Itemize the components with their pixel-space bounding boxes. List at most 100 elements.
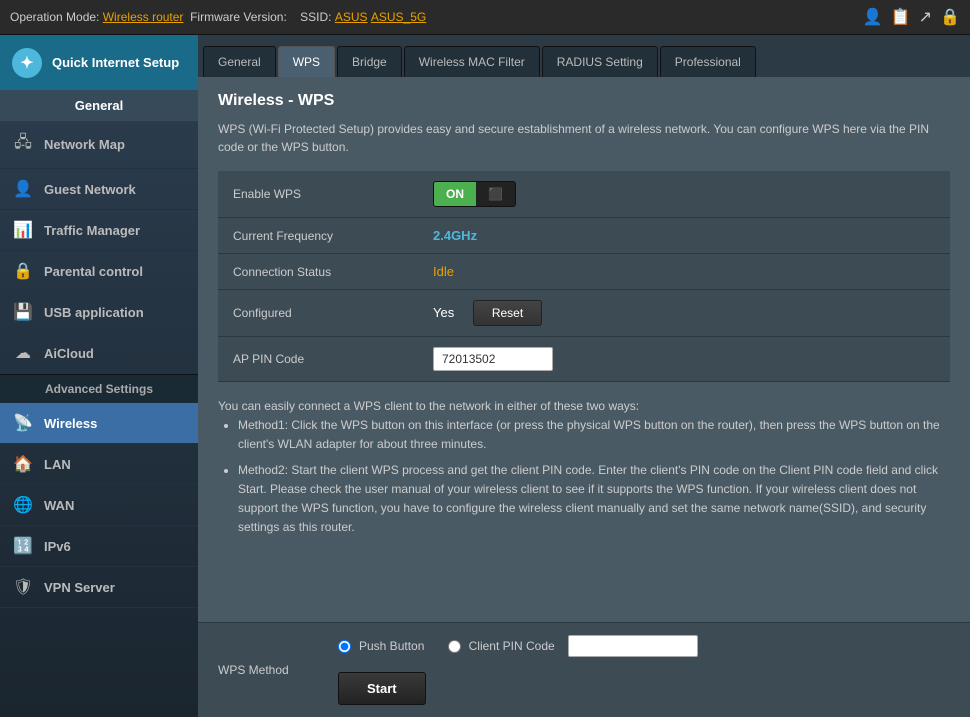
sidebar-item-wan[interactable]: 🌐 WAN <box>0 485 198 526</box>
toggle-off-label: ⬛ <box>476 182 515 206</box>
sidebar-item-aicloud[interactable]: ☁ AiCloud <box>0 333 198 374</box>
connect-text: You can easily connect a WPS client to t… <box>218 397 950 416</box>
traffic-manager-label: Traffic Manager <box>44 223 140 238</box>
idle-status-text: Idle <box>433 264 454 279</box>
section-description: WPS (Wi-Fi Protected Setup) provides eas… <box>218 120 950 156</box>
ssid-value[interactable]: ASUS <box>335 10 368 24</box>
parental-control-label: Parental control <box>44 264 143 279</box>
wan-label: WAN <box>44 498 74 513</box>
table-row-configured: Configured Yes Reset <box>218 290 950 337</box>
wireless-icon: 📡 <box>12 413 34 433</box>
aicloud-icon: ☁ <box>12 343 34 363</box>
configured-yes-text: Yes <box>433 305 454 320</box>
settings-table: Enable WPS ON ⬛ Current Frequency 2.4GHz <box>218 171 950 382</box>
method2-text: Method2: Start the client WPS process an… <box>238 461 950 538</box>
client-pin-input[interactable] <box>568 635 698 657</box>
sidebar-item-parental-control[interactable]: 🔒 Parental control <box>0 251 198 292</box>
pin-code-value <box>418 337 950 382</box>
wps-method-label: WPS Method <box>218 663 318 677</box>
start-row: Start <box>338 667 698 705</box>
table-row-pin-code: AP PIN Code <box>218 337 950 382</box>
sidebar-item-guest-network[interactable]: 👤 Guest Network <box>0 169 198 210</box>
reset-button[interactable]: Reset <box>473 300 542 326</box>
ipv6-icon: 🔢 <box>12 536 34 556</box>
push-button-label[interactable]: Push Button <box>359 639 424 653</box>
wan-icon: 🌐 <box>12 495 34 515</box>
sidebar-item-ipv6[interactable]: 🔢 IPv6 <box>0 526 198 567</box>
method1-text: Method1: Click the WPS button on this in… <box>238 416 950 454</box>
operation-mode-label: Operation Mode: <box>10 10 99 24</box>
usb-application-icon: 💾 <box>12 302 34 322</box>
traffic-manager-icon: 📊 <box>12 220 34 240</box>
sidebar-item-usb-application[interactable]: 💾 USB application <box>0 292 198 333</box>
sidebar: ✦ Quick Internet Setup General 🖧 Network… <box>0 35 198 717</box>
guest-network-icon: 👤 <box>12 179 34 199</box>
sidebar-item-traffic-manager[interactable]: 📊 Traffic Manager <box>0 210 198 251</box>
user-icon[interactable]: 👤 <box>863 7 883 27</box>
share-icon[interactable]: ↗ <box>919 7 932 27</box>
client-pin-label[interactable]: Client PIN Code <box>469 639 555 653</box>
enable-wps-toggle[interactable]: ON ⬛ <box>433 181 516 207</box>
connection-status-value: Idle <box>418 254 950 290</box>
tab-radius-setting[interactable]: RADIUS Setting <box>542 46 658 77</box>
tab-wps[interactable]: WPS <box>278 46 335 77</box>
pin-code-input[interactable] <box>433 347 553 371</box>
frequency-text: 2.4GHz <box>433 228 477 243</box>
enable-wps-value: ON ⬛ <box>418 171 950 218</box>
configured-value: Yes Reset <box>418 290 950 337</box>
general-section-title: General <box>0 90 198 121</box>
copy-icon[interactable]: 📋 <box>891 7 911 27</box>
tab-professional[interactable]: Professional <box>660 46 756 77</box>
table-row-connection-status: Connection Status Idle <box>218 254 950 290</box>
sidebar-item-lan[interactable]: 🏠 LAN <box>0 444 198 485</box>
logo-icon: ✦ <box>12 48 42 78</box>
sidebar-item-network-map[interactable]: 🖧 Network Map <box>0 121 198 169</box>
frequency-label: Current Frequency <box>218 218 418 254</box>
table-row-enable-wps: Enable WPS ON ⬛ <box>218 171 950 218</box>
ssid-5g-value[interactable]: ASUS_5G <box>371 10 426 24</box>
wireless-label: Wireless <box>44 416 97 431</box>
pin-code-label: AP PIN Code <box>218 337 418 382</box>
ssid-label: SSID: <box>300 10 331 24</box>
sidebar-logo[interactable]: ✦ Quick Internet Setup <box>0 35 198 90</box>
sidebar-item-vpn-server[interactable]: 🛡 VPN Server <box>0 567 198 608</box>
lock-icon[interactable]: 🔒 <box>940 7 960 27</box>
frequency-value: 2.4GHz <box>418 218 950 254</box>
main-layout: ✦ Quick Internet Setup General 🖧 Network… <box>0 35 970 717</box>
ipv6-label: IPv6 <box>44 539 71 554</box>
tab-wireless-mac-filter[interactable]: Wireless MAC Filter <box>404 46 540 77</box>
enable-wps-label: Enable WPS <box>218 171 418 218</box>
configured-label: Configured <box>218 290 418 337</box>
main-content-area: General WPS Bridge Wireless MAC Filter R… <box>198 35 970 717</box>
sidebar-item-wireless[interactable]: 📡 Wireless <box>0 403 198 444</box>
table-row-frequency: Current Frequency 2.4GHz <box>218 218 950 254</box>
wps-method-options: Push Button Client PIN Code Start <box>338 635 698 705</box>
top-icons: 👤 📋 ↗ 🔒 <box>863 7 960 27</box>
wps-bottom-bar: WPS Method Push Button Client PIN Code S… <box>198 622 970 717</box>
network-map-icon: 🖧 <box>12 131 34 158</box>
logo-label: Quick Internet Setup <box>52 55 179 70</box>
tab-bar: General WPS Bridge Wireless MAC Filter R… <box>198 35 970 77</box>
lan-label: LAN <box>44 457 71 472</box>
parental-control-icon: 🔒 <box>12 261 34 281</box>
vpn-server-icon: 🛡 <box>12 577 34 597</box>
methods-section: You can easily connect a WPS client to t… <box>218 397 950 537</box>
toggle-on-label: ON <box>434 182 476 206</box>
operation-mode-value[interactable]: Wireless router <box>103 10 184 24</box>
usb-application-label: USB application <box>44 305 144 320</box>
section-title: Wireless - WPS <box>218 92 950 110</box>
connection-status-label: Connection Status <box>218 254 418 290</box>
push-button-radio[interactable] <box>338 640 351 653</box>
tab-bridge[interactable]: Bridge <box>337 46 402 77</box>
advanced-settings-title: Advanced Settings <box>0 374 198 403</box>
network-map-label: Network Map <box>44 137 125 152</box>
top-bar: Operation Mode: Wireless router Firmware… <box>0 0 970 35</box>
client-pin-radio[interactable] <box>448 640 461 653</box>
push-button-row: Push Button Client PIN Code <box>338 635 698 657</box>
firmware-label: Firmware Version: <box>190 10 287 24</box>
content-panel: Wireless - WPS WPS (Wi-Fi Protected Setu… <box>198 77 970 622</box>
tab-general[interactable]: General <box>203 46 276 77</box>
start-button[interactable]: Start <box>338 672 426 705</box>
vpn-server-label: VPN Server <box>44 580 115 595</box>
guest-network-label: Guest Network <box>44 182 136 197</box>
